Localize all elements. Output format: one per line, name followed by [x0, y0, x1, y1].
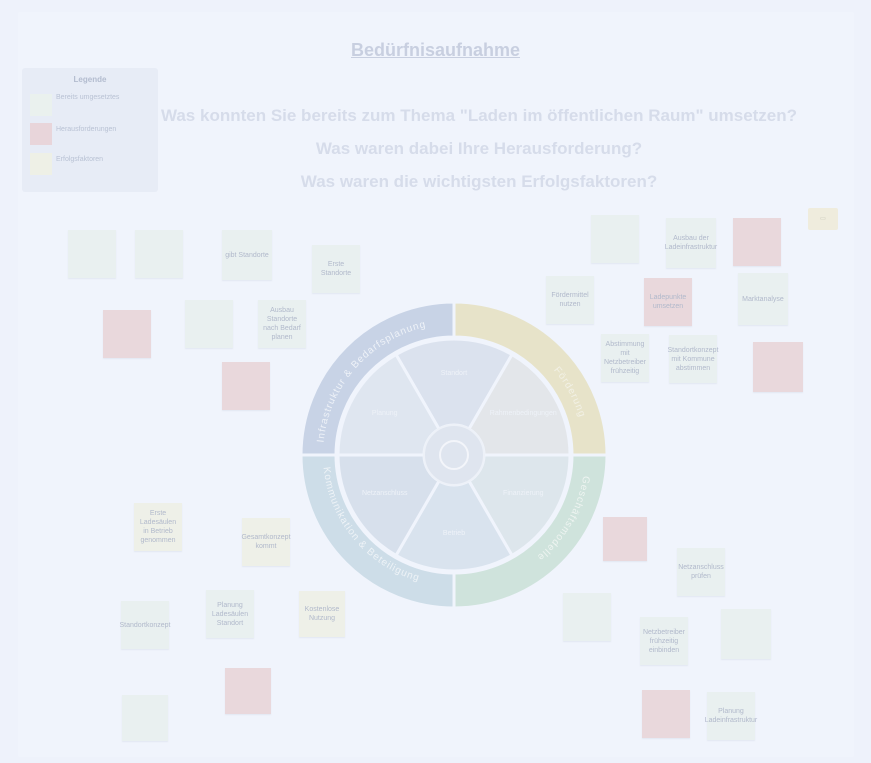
sticky-note[interactable]: [225, 668, 271, 714]
sticky-note-text: Ausbau Standorte nach Bedarf planen: [263, 307, 301, 341]
sticky-note[interactable]: Fördermittel nutzen: [546, 276, 594, 324]
sticky-note[interactable]: Erste Standorte: [312, 245, 360, 293]
sticky-note[interactable]: Gesamtkonzept kommt: [241, 518, 291, 566]
topic-wheel: Infrastruktur & Bedarfsplanung Förderung…: [301, 302, 607, 608]
sticky-note[interactable]: Standortkonzept: [119, 601, 171, 649]
sticky-note-text: Gesamtkonzept kommt: [241, 534, 291, 550]
sticky-note-text: Ladepunkte umsetzen: [649, 294, 687, 310]
sticky-note[interactable]: [733, 218, 781, 266]
legend-swatch-success: [30, 153, 52, 175]
sticky-note[interactable]: Netzbetreiber frühzeitig einbinden: [640, 617, 688, 665]
sticky-note[interactable]: [222, 362, 270, 410]
sticky-note-text: Ausbau der Ladeinfrastruktur: [664, 235, 718, 251]
sticky-note[interactable]: [122, 695, 168, 741]
sticky-note-text: Fördermittel nutzen: [551, 292, 589, 308]
sticky-note[interactable]: [721, 609, 771, 659]
wheel-inner-label-1: Rahmenbedingungen: [490, 410, 557, 417]
sticky-note[interactable]: [642, 690, 690, 738]
sticky-note-text: Standortkonzept mit Kommune abstimmen: [667, 346, 719, 372]
sticky-note[interactable]: Netzanschluss prüfen: [677, 548, 725, 596]
sticky-note-text: Erste Ladesäulen in Betrieb genommen: [139, 510, 177, 544]
sticky-note[interactable]: [103, 310, 151, 358]
sticky-note[interactable]: [591, 215, 639, 263]
minimap-icon[interactable]: ▭: [808, 208, 838, 230]
sticky-note[interactable]: Ausbau Standorte nach Bedarf planen: [258, 300, 306, 348]
sticky-note[interactable]: [68, 230, 116, 278]
sticky-note[interactable]: Ladepunkte umsetzen: [644, 278, 692, 326]
sticky-note-text: gibt Standorte: [225, 251, 269, 259]
sticky-note[interactable]: Planung Ladeinfrastruktur: [704, 692, 758, 740]
wheel-hub: [423, 424, 485, 486]
sticky-note[interactable]: [185, 300, 233, 348]
sticky-note[interactable]: gibt Standorte: [222, 230, 272, 280]
sticky-note-text: Marktanalyse: [742, 295, 784, 303]
wheel-inner-label-4: Netzanschluss: [362, 490, 408, 497]
sticky-note[interactable]: [135, 230, 183, 278]
sticky-note[interactable]: Planung Ladesäulen Standort: [206, 590, 254, 638]
legend-panel: Legende Bereits umgesetztes Herausforder…: [22, 68, 158, 192]
legend-title: Legende: [73, 75, 107, 84]
sticky-note[interactable]: [603, 517, 647, 561]
legend-label-challenges: Herausforderungen: [56, 126, 117, 133]
wheel-inner-label-2: Finanzierung: [503, 490, 544, 497]
legend-swatch-implemented: [30, 94, 52, 116]
sticky-note[interactable]: Ausbau der Ladeinfrastruktur: [664, 218, 718, 268]
page-title: Bedürfnisaufnahme: [350, 40, 521, 60]
sticky-note-text: Kostenlose Nutzung: [304, 606, 340, 622]
sticky-note[interactable]: Kostenlose Nutzung: [299, 591, 345, 637]
sticky-note-text: Abstimmung mit Netzbetreiber frühzeitig: [603, 341, 647, 375]
sticky-note-text: Planung Ladeinfrastruktur: [704, 708, 758, 724]
sticky-note-text: Standortkonzept: [119, 621, 171, 629]
legend-swatch-challenges: [30, 123, 52, 145]
sticky-note-text: Netzbetreiber frühzeitig einbinden: [642, 628, 686, 654]
sticky-note[interactable]: Standortkonzept mit Kommune abstimmen: [667, 335, 719, 383]
sticky-note-text: Netzanschluss prüfen: [678, 564, 724, 580]
wheel-inner-label-0: Standort: [441, 370, 468, 377]
wheel-inner-label-3: Betrieb: [443, 530, 465, 537]
sticky-note[interactable]: Erste Ladesäulen in Betrieb genommen: [134, 503, 182, 551]
sticky-note[interactable]: [753, 342, 803, 392]
sticky-note[interactable]: Marktanalyse: [738, 273, 788, 325]
sticky-note-text: Planung Ladesäulen Standort: [211, 601, 249, 627]
sticky-note[interactable]: [563, 593, 611, 641]
wheel-inner-label-5: Planung: [372, 410, 398, 417]
legend-label-implemented: Bereits umgesetztes: [56, 94, 120, 101]
sticky-note[interactable]: Abstimmung mit Netzbetreiber frühzeitig: [601, 334, 649, 382]
legend-label-success: Erfolgsfaktoren: [56, 156, 104, 163]
sticky-note-text: Erste Standorte: [320, 261, 352, 277]
